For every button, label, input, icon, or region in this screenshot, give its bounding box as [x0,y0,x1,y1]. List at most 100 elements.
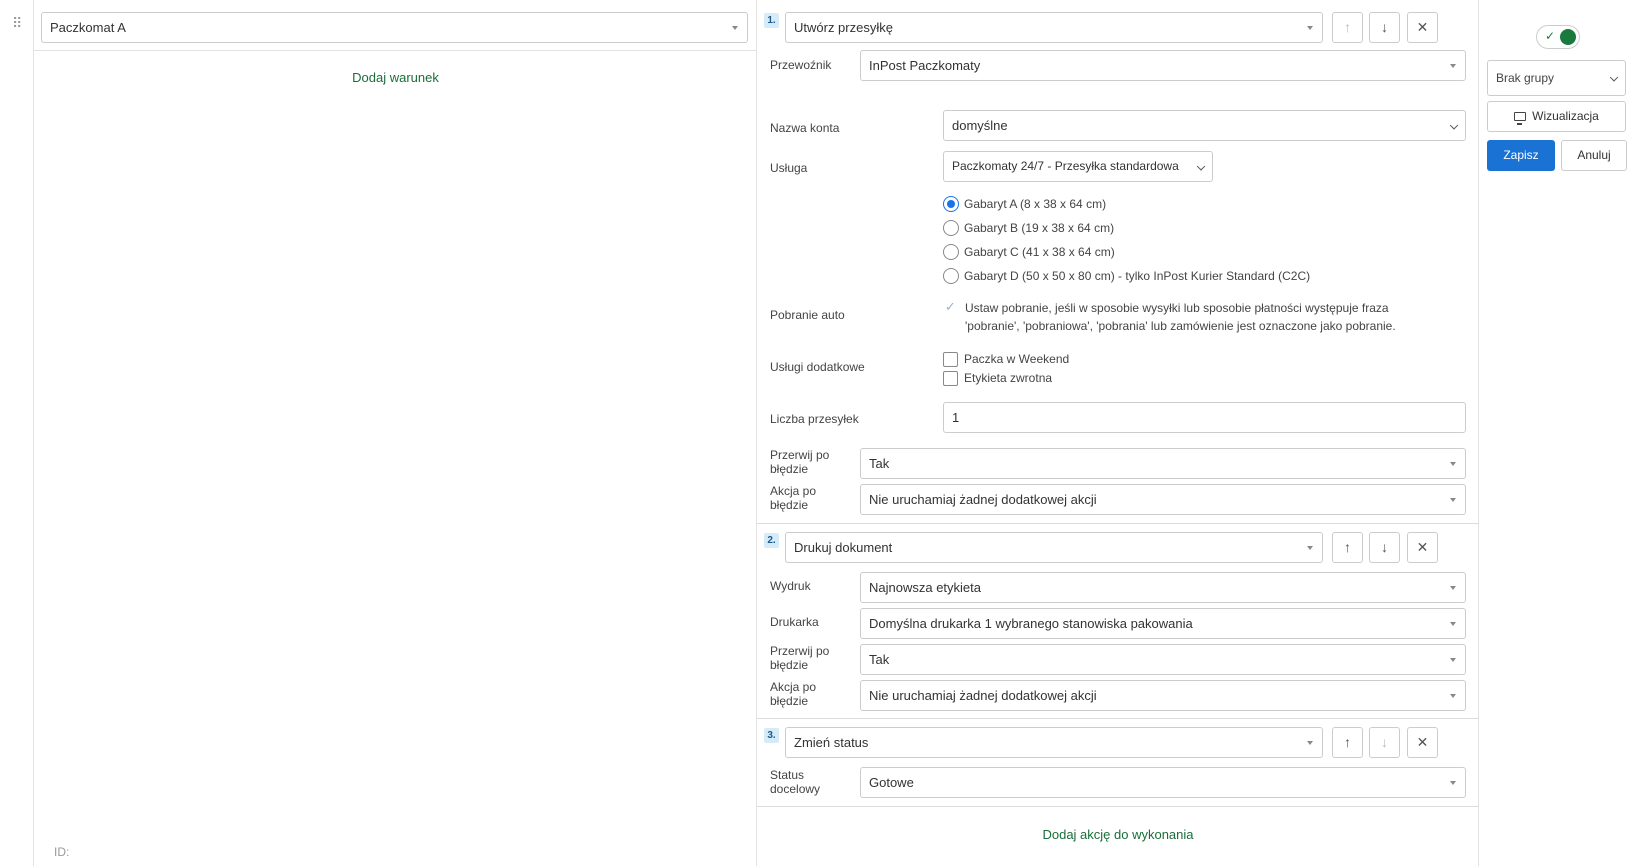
radio[interactable] [943,244,959,260]
action-type-value: Zmień status [794,735,869,750]
checkbox[interactable] [943,351,958,367]
extra-label: Etykieta zwrotna [964,371,1053,385]
close-icon: ✕ [1416,539,1429,555]
action-type-select[interactable]: Zmień status [785,727,1323,758]
count-value: 1 [952,410,960,425]
caret-down-icon [732,25,738,30]
action-number-badge: 1. [764,13,779,28]
size-option-c[interactable]: Gabaryt C (41 x 38 x 64 cm) [943,243,1115,261]
arrow-up-icon: ↑ [1344,539,1351,555]
printer-select[interactable]: Domyślna drukarka 1 wybranego stanowiska… [860,608,1466,639]
break-label: Przerwij po błędzie [770,448,830,476]
add-action-link[interactable]: Dodaj akcję do wykonania [757,827,1479,842]
group-value: Brak grupy [1496,71,1555,85]
visualize-label: Wizualizacja [1532,109,1599,123]
break-value: Tak [869,456,890,471]
action-number-badge: 2. [764,533,779,548]
account-label: Nazwa konta [770,121,840,135]
chevron-down-icon [1196,161,1206,171]
active-toggle[interactable]: ✓ [1536,25,1580,49]
remove-action-button[interactable]: ✕ [1407,12,1438,43]
carrier-label: Przewoźnik [770,58,832,72]
account-select[interactable]: domyślne [943,110,1466,141]
caret-down-icon [1307,545,1313,550]
count-label: Liczba przesyłek [770,412,859,426]
check-icon: ✓ [1545,29,1556,43]
chevron-down-icon [1609,73,1619,82]
divider [757,806,1479,807]
toggle-knob [1560,29,1576,45]
service-select[interactable]: Paczkomaty 24/7 - Przesyłka standardowa [943,151,1213,182]
error-action-label: Akcja po błędzie [770,680,817,708]
move-down-button[interactable]: ↓ [1369,727,1400,758]
print-select[interactable]: Najnowsza etykieta [860,572,1466,603]
radio[interactable] [943,268,959,284]
extra-option-return-label[interactable]: Etykieta zwrotna [943,369,1052,387]
carrier-value: InPost Paczkomaty [869,58,981,73]
service-value: Paczkomaty 24/7 - Przesyłka standardowa [952,159,1179,173]
remove-action-button[interactable]: ✕ [1407,532,1438,563]
move-up-button[interactable]: ↑ [1332,12,1363,43]
break-label: Przerwij po błędzie [770,644,830,672]
move-up-button[interactable]: ↑ [1332,532,1363,563]
action-type-select[interactable]: Drukuj dokument [785,532,1323,563]
add-condition-link[interactable]: Dodaj warunek [34,70,757,85]
caret-down-icon [1450,621,1456,626]
radio[interactable] [943,220,959,236]
break-value: Tak [869,652,890,667]
extra-services-label: Usługi dodatkowe [770,360,865,374]
check-icon[interactable]: ✓ [943,299,958,314]
action-number-badge: 3. [764,728,779,743]
arrow-down-icon: ↓ [1381,539,1388,555]
divider [34,50,757,51]
arrow-up-icon: ↑ [1344,734,1351,750]
move-down-button[interactable]: ↓ [1369,532,1400,563]
action-type-value: Drukuj dokument [794,540,893,555]
cancel-button[interactable]: Anuluj [1561,140,1627,171]
caret-down-icon [1450,657,1456,662]
caret-down-icon [1450,63,1456,68]
status-select[interactable]: Gotowe [860,767,1466,798]
monitor-icon [1514,112,1527,125]
visualize-button[interactable]: Wizualizacja [1487,101,1626,132]
size-label: Gabaryt B (19 x 38 x 64 cm) [964,221,1115,235]
group-select[interactable]: Brak grupy [1487,60,1626,96]
move-down-button[interactable]: ↓ [1369,12,1400,43]
error-action-value: Nie uruchamiaj żadnej dodatkowej akcji [869,688,1097,703]
condition-select-value: Paczkomat A [50,20,126,35]
break-select[interactable]: Tak [860,644,1466,675]
size-option-a[interactable]: Gabaryt A (8 x 38 x 64 cm) [943,195,1106,213]
printer-value: Domyślna drukarka 1 wybranego stanowiska… [869,616,1193,631]
error-action-select[interactable]: Nie uruchamiaj żadnej dodatkowej akcji [860,484,1466,515]
action-type-select[interactable]: Utwórz przesyłkę [785,12,1323,43]
drag-column: ⠿ [0,0,34,866]
caret-down-icon [1450,461,1456,466]
size-option-d[interactable]: Gabaryt D (50 x 50 x 80 cm) - tylko InPo… [943,267,1310,285]
divider [757,523,1479,524]
radio-selected[interactable] [943,196,959,212]
right-sidebar: ✓ Brak grupy Wizualizacja Zapisz Anuluj [1479,0,1634,866]
arrow-up-icon: ↑ [1344,19,1351,35]
arrow-down-icon: ↓ [1381,734,1388,750]
divider [757,718,1479,719]
condition-select[interactable]: Paczkomat A [41,12,748,43]
caret-down-icon [1450,693,1456,698]
move-up-button[interactable]: ↑ [1332,727,1363,758]
error-action-select[interactable]: Nie uruchamiaj żadnej dodatkowej akcji [860,680,1466,711]
size-option-b[interactable]: Gabaryt B (19 x 38 x 64 cm) [943,219,1114,237]
caret-down-icon [1450,497,1456,502]
save-button[interactable]: Zapisz [1487,140,1555,171]
remove-action-button[interactable]: ✕ [1407,727,1438,758]
checkbox[interactable] [943,370,958,386]
drag-handle-icon[interactable]: ⠿ [12,16,22,30]
error-action-value: Nie uruchamiaj żadnej dodatkowej akcji [869,492,1097,507]
conditions-panel: Paczkomat A Dodaj warunek ID: [34,0,757,866]
carrier-select[interactable]: InPost Paczkomaty [860,50,1466,81]
extra-option-weekend[interactable]: Paczka w Weekend [943,350,1069,368]
pobranie-text: Ustaw pobranie, jeśli w sposobie wysyłki… [965,301,1396,333]
break-select[interactable]: Tak [860,448,1466,479]
count-input[interactable]: 1 [943,402,1466,433]
close-icon: ✕ [1416,734,1429,750]
actions-panel: 1. Utwórz przesyłkę ↑ ↓ ✕ Przewoźnik InP… [757,0,1479,866]
id-label: ID: [54,845,70,859]
